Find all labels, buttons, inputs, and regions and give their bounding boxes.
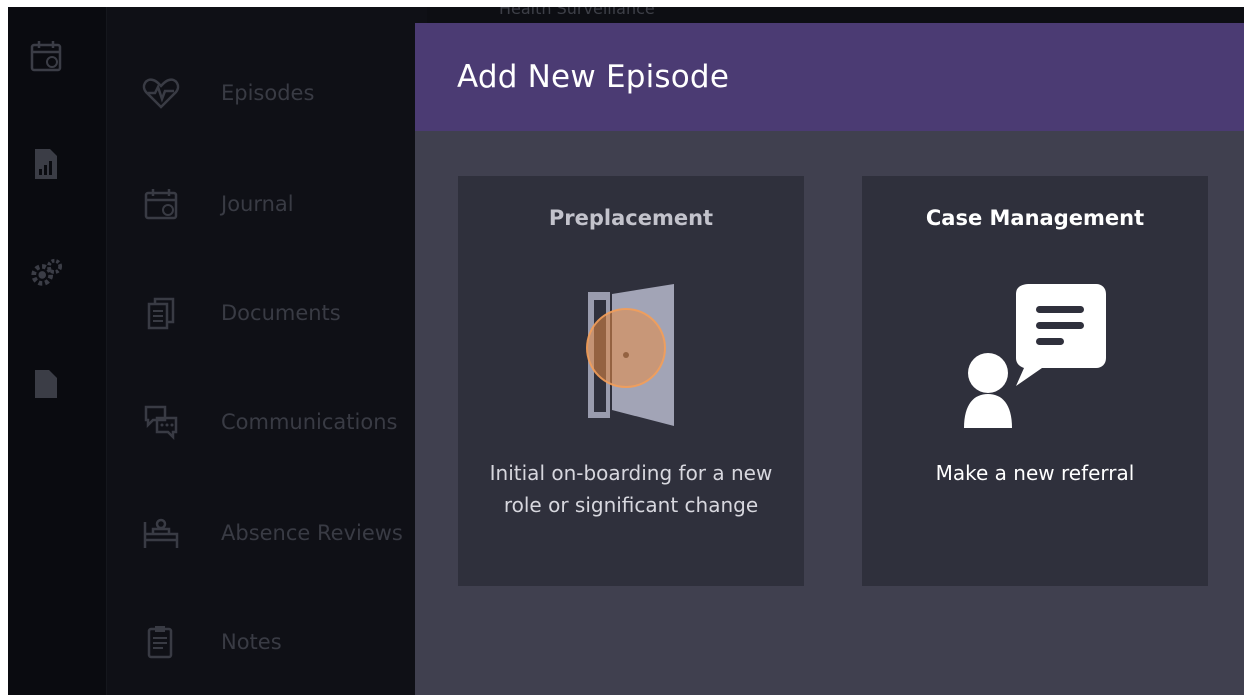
sidebar-item-notes[interactable]: Notes [141, 622, 461, 662]
sidebar-item-episodes[interactable]: Episodes [141, 73, 461, 113]
preplacement-card[interactable]: Preplacement Initial on-boarding for a n… [458, 176, 804, 586]
sidebar-item-documents[interactable]: Documents [141, 293, 461, 333]
add-episode-modal: Add New Episode Preplacement Initial on-… [415, 23, 1244, 695]
case-management-card[interactable]: Case Management Make a new referral [862, 176, 1208, 586]
modal-title: Add New Episode [457, 59, 730, 95]
app-frame: Health Surveillance Episodes Journal Doc… [8, 7, 1244, 695]
sidebar-item-label: Episodes [221, 81, 315, 105]
sidebar-item-label: Documents [221, 301, 341, 325]
card-description-line2: role or significant change [503, 493, 759, 517]
calendar-icon [141, 184, 181, 224]
sidebar-item-label: Communications [221, 410, 398, 434]
card-title: Preplacement [548, 206, 714, 230]
sidebar-item-journal[interactable]: Journal [141, 184, 461, 224]
nav-item-partial-label[interactable]: Health Surveillance [499, 7, 655, 18]
sidebar-item-label: Notes [221, 630, 282, 654]
person-speech-bubble-icon [960, 280, 1110, 434]
file-icon[interactable] [29, 367, 63, 401]
card-description-line1: Initial on-boarding for a new [489, 461, 773, 485]
report-icon[interactable] [29, 147, 63, 181]
sidebar-item-label: Journal [221, 192, 294, 216]
sidebar-item-label: Absence Reviews [221, 521, 403, 545]
sidebar-nav: Health Surveillance Episodes Journal Doc… [107, 7, 655, 695]
sidebar-item-communications[interactable]: Communications [141, 402, 461, 442]
click-highlight [586, 308, 666, 388]
heart-pulse-icon [141, 73, 181, 113]
calendar-icon[interactable] [29, 39, 63, 73]
card-description-line1: Make a new referral [935, 461, 1135, 485]
icon-rail [8, 7, 107, 695]
sidebar-item-absence-reviews[interactable]: Absence Reviews [141, 513, 461, 553]
notes-icon [141, 622, 181, 662]
modal-header: Add New Episode [415, 23, 1244, 131]
card-title: Case Management [925, 206, 1145, 230]
settings-gear-icon[interactable] [29, 257, 63, 291]
bed-icon [141, 513, 181, 553]
chat-bubbles-icon [141, 402, 181, 442]
documents-icon [141, 293, 181, 333]
